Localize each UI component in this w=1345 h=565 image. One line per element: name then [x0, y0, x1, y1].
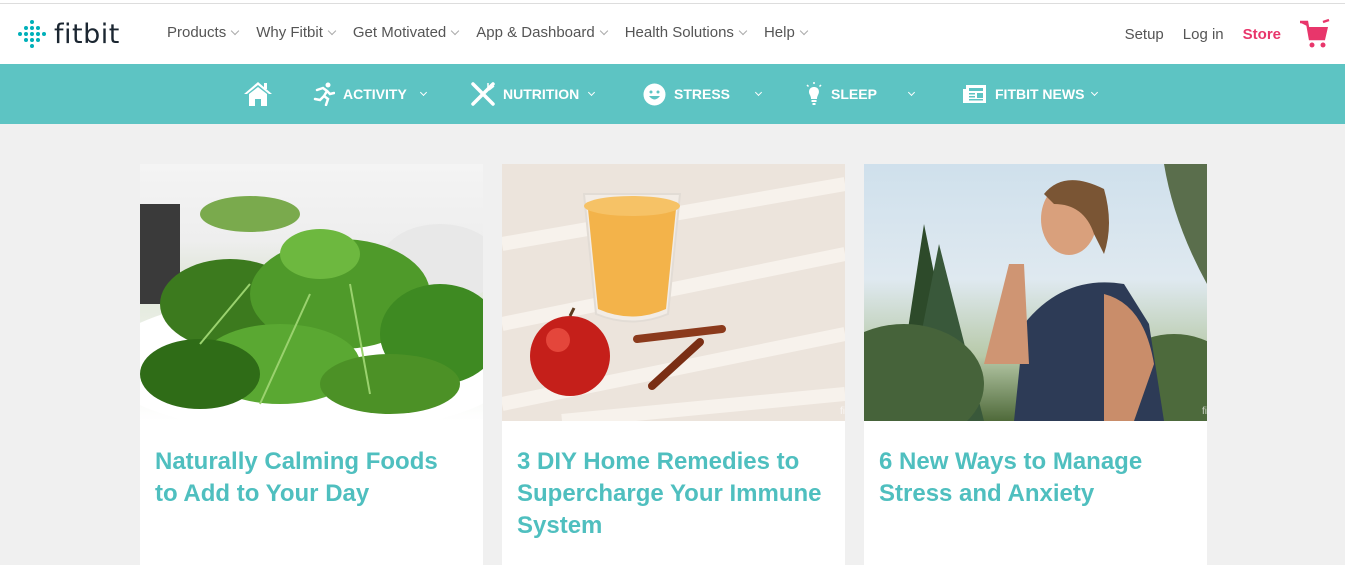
article-title[interactable]: 3 DIY Home Remedies to Supercharge Your … [517, 446, 827, 542]
lightbulb-icon [806, 82, 822, 105]
article-title[interactable]: 6 New Ways to Manage Stress and Anxiety [879, 446, 1189, 510]
subnav-nutrition[interactable]: NUTRITION [471, 64, 596, 124]
main-nav: Products Why Fitbit Get Motivated App & … [167, 24, 825, 41]
subnav-activity[interactable]: ACTIVITY [313, 64, 427, 124]
article-image-spinach [140, 164, 483, 421]
smile-icon [643, 83, 666, 105]
category-nav: ACTIVITY NUTRITION STRESS SLEEP FITBIT N… [0, 64, 1345, 124]
nav-label: Help [763, 24, 795, 41]
chevron-down-icon [230, 26, 240, 35]
shopping-cart-icon[interactable] [1299, 18, 1331, 50]
article-image-yoga: fi [864, 164, 1207, 421]
nav-products[interactable]: Products [167, 24, 240, 41]
watermark: fi [1202, 406, 1207, 417]
nav-label: Get Motivated [352, 24, 447, 41]
nav-label: App & Dashboard [476, 24, 595, 41]
chevron-down-icon [799, 26, 809, 35]
account-nav: Setup Log in Store [1106, 18, 1331, 50]
utensils-icon [471, 82, 495, 106]
article-card[interactable]: fi 3 DIY Home Remedies to Supercharge Yo… [502, 164, 845, 565]
login-link[interactable]: Log in [1183, 26, 1224, 43]
chevron-down-icon [451, 26, 460, 35]
article-card[interactable]: Naturally Calming Foods to Add to Your D… [140, 164, 483, 565]
article-image-smoothie: fi [502, 164, 845, 421]
fitbit-logo[interactable]: fitbit [16, 18, 120, 50]
nav-health-solutions[interactable]: Health Solutions [624, 24, 748, 41]
chevron-down-icon [1091, 88, 1099, 96]
subnav-label: ACTIVITY [343, 86, 407, 102]
chevron-down-icon [419, 88, 427, 96]
chevron-down-icon [907, 88, 915, 96]
nav-label: Products [167, 24, 227, 41]
nav-app-dashboard[interactable]: App & Dashboard [476, 24, 608, 41]
subnav-fitbit-news[interactable]: FITBIT NEWS [962, 64, 1099, 124]
subnav-sleep[interactable]: SLEEP [805, 64, 915, 124]
nav-get-motivated[interactable]: Get Motivated [352, 24, 460, 41]
nav-label: Health Solutions [624, 24, 734, 41]
subnav-home[interactable] [243, 64, 281, 124]
chevron-down-icon [599, 26, 608, 35]
nav-label: Why Fitbit [256, 24, 323, 41]
chevron-down-icon [754, 88, 763, 96]
store-link[interactable]: Store [1243, 26, 1281, 43]
subnav-label: NUTRITION [503, 86, 580, 102]
chevron-down-icon [327, 26, 337, 35]
chevron-down-icon [738, 26, 748, 35]
running-icon [313, 82, 335, 106]
nav-why-fitbit[interactable]: Why Fitbit [256, 24, 337, 41]
logo-text: fitbit [54, 18, 120, 50]
setup-link[interactable]: Setup [1125, 26, 1164, 43]
article-card[interactable]: fi 6 New Ways to Manage Stress and Anxie… [864, 164, 1207, 565]
subnav-stress[interactable]: STRESS [643, 64, 763, 124]
site-header: fitbit Products Why Fitbit Get Motivated… [0, 4, 1345, 64]
fitbit-dots-icon [16, 18, 48, 50]
chevron-down-icon [588, 88, 596, 96]
newspaper-icon [963, 85, 986, 103]
subnav-label: FITBIT NEWS [995, 86, 1085, 102]
watermark: fi [840, 406, 845, 417]
article-title[interactable]: Naturally Calming Foods to Add to Your D… [155, 446, 465, 510]
home-icon [244, 82, 272, 106]
subnav-label: SLEEP [831, 86, 877, 102]
subnav-label: STRESS [674, 86, 731, 102]
nav-help[interactable]: Help [763, 24, 809, 41]
